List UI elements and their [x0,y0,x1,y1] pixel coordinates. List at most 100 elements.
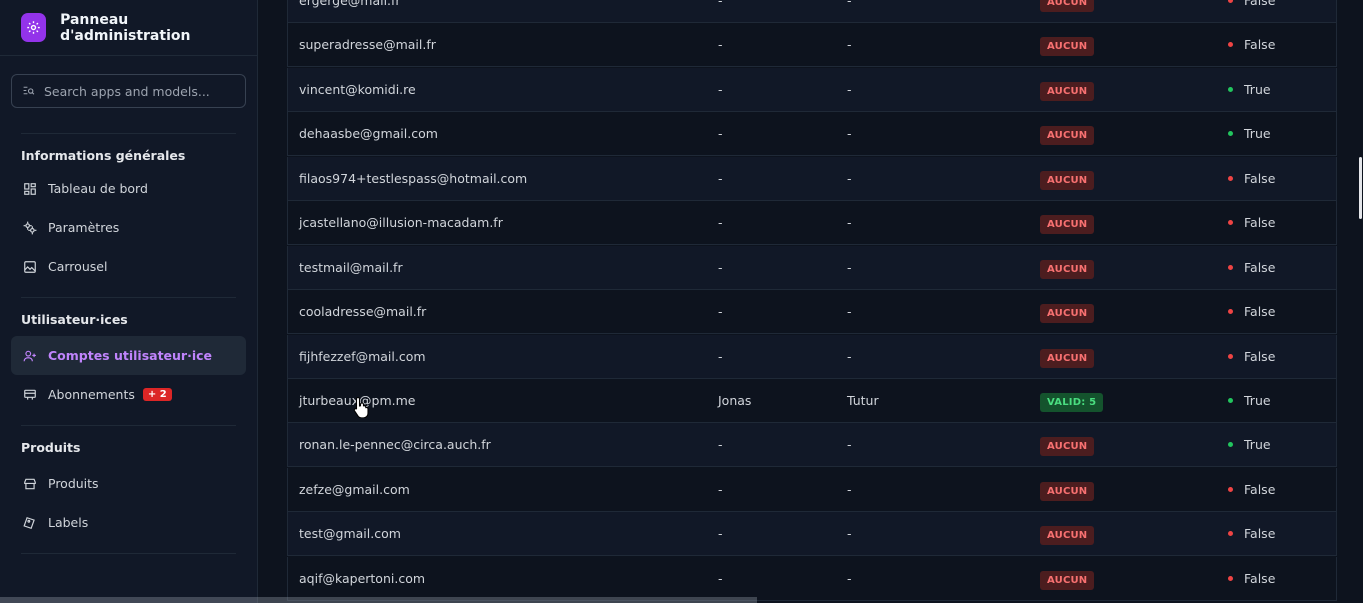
last-name-cell: - [847,304,852,319]
sidebar-brand[interactable]: Panneau d'administration [0,0,257,56]
subscription-icon [21,386,38,403]
person-add-icon [21,347,38,364]
settings-icon [21,219,38,236]
email-cell[interactable]: zefze@gmail.com [299,482,410,497]
subscription-badge: AUCUN [1040,349,1095,368]
email-cell[interactable]: test@gmail.com [299,526,401,541]
table-row[interactable]: jturbeaux@pm.me Jonas Tutur VALID: 5 Tru… [287,379,1337,423]
subscription-badge: AUCUN [1040,82,1095,101]
table-row[interactable]: vincent@komidi.re - - AUCUN True [287,68,1337,112]
first-name-cell: - [718,571,723,586]
subscription-badge: AUCUN [1040,37,1095,56]
image-icon [21,258,38,275]
first-name-cell: - [718,304,723,319]
subscription-badge: AUCUN [1040,215,1095,234]
status-dot [1228,398,1233,403]
store-icon [21,475,38,492]
sidebar-item-label: Carrousel [48,259,108,274]
scrollbar[interactable] [1359,157,1362,219]
sidebar-item-label: Paramètres [48,220,120,235]
status-dot [1228,487,1233,492]
sidebar-item-user-accounts[interactable]: Comptes utilisateur·ice [11,336,246,375]
table-row[interactable]: filaos974+testlespass@hotmail.com - - AU… [287,157,1337,201]
first-name-cell: - [718,126,723,141]
active-status: True [1244,82,1271,97]
active-status: True [1244,393,1271,408]
sidebar-item-label: Comptes utilisateur·ice [48,348,213,363]
status-dot [1228,0,1233,3]
active-status: False [1244,0,1276,8]
first-name-cell: Jonas [718,393,752,408]
sidebar-item-settings[interactable]: Paramètres [11,208,246,247]
active-status: False [1244,260,1276,275]
table-row[interactable]: test@gmail.com - - AUCUN False [287,512,1337,556]
search-box[interactable] [11,74,246,108]
table-row[interactable]: dehaasbe@gmail.com - - AUCUN True [287,112,1337,156]
first-name-cell: - [718,171,723,186]
table-row[interactable]: ronan.le-pennec@circa.auch.fr - - AUCUN … [287,423,1337,467]
sidebar-item-products[interactable]: Produits [11,464,246,503]
last-name-cell: - [847,526,852,541]
section-title-products: Produits [21,440,81,455]
table-row[interactable]: zefze@gmail.com - - AUCUN False [287,468,1337,512]
email-cell[interactable]: fijhfezzef@mail.com [299,349,426,364]
email-cell[interactable]: testmail@mail.fr [299,260,403,275]
email-cell[interactable]: jcastellano@illusion-macadam.fr [299,215,503,230]
email-cell[interactable]: superadresse@mail.fr [299,37,436,52]
sidebar-item-label: Abonnements [48,387,135,402]
status-dot [1228,131,1233,136]
search-input[interactable] [44,83,235,99]
subscription-badge: AUCUN [1040,526,1095,545]
status-dot [1228,442,1233,447]
active-status: False [1244,304,1276,319]
email-cell[interactable]: filaos974+testlespass@hotmail.com [299,171,527,186]
first-name-cell: - [718,215,723,230]
table-row[interactable]: superadresse@mail.fr - - AUCUN False [287,23,1337,67]
dashboard-icon [21,180,38,197]
table-row[interactable]: jcastellano@illusion-macadam.fr - - AUCU… [287,201,1337,245]
hand-cursor-icon [353,396,371,422]
status-dot [1228,309,1233,314]
email-cell[interactable]: ronan.le-pennec@circa.auch.fr [299,437,491,452]
status-dot [1228,87,1233,92]
table-row[interactable]: cooladresse@mail.fr - - AUCUN False [287,290,1337,334]
subscription-badge: VALID: 5 [1040,393,1104,412]
last-name-cell: - [847,126,852,141]
email-cell[interactable]: ergerge@mail.fr [299,0,401,8]
status-dot [1228,220,1233,225]
active-status: False [1244,526,1276,541]
active-status: True [1244,126,1271,141]
email-cell[interactable]: aqif@kapertoni.com [299,571,425,586]
email-cell[interactable]: cooladresse@mail.fr [299,304,426,319]
sidebar-item-dashboard[interactable]: Tableau de bord [11,169,246,208]
status-dot [1228,176,1233,181]
brand-title: Panneau d'administration [60,11,191,44]
table-row[interactable]: fijhfezzef@mail.com - - AUCUN False [287,335,1337,379]
sidebar-item-label: Tableau de bord [48,181,148,196]
last-name-cell: - [847,260,852,275]
first-name-cell: - [718,349,723,364]
last-name-cell: - [847,215,852,230]
email-cell[interactable]: vincent@komidi.re [299,82,416,97]
table-row[interactable]: testmail@mail.fr - - AUCUN False [287,246,1337,290]
subscription-badge: AUCUN [1040,304,1095,323]
active-status: False [1244,37,1276,52]
last-name-cell: - [847,37,852,52]
sidebar-item-carousel[interactable]: Carrousel [11,247,246,286]
subscription-badge: AUCUN [1040,171,1095,190]
table-row[interactable]: aqif@kapertoni.com - - AUCUN False [287,557,1337,601]
last-name-cell: Tutur [847,393,879,408]
sidebar-item-labels[interactable]: Labels [11,503,246,542]
last-name-cell: - [847,171,852,186]
table-row[interactable]: ergerge@mail.fr - - AUCUN False [287,0,1337,23]
label-icon [21,514,38,531]
sidebar-item-subscriptions[interactable]: Abonnements + 2 [11,375,246,414]
first-name-cell: - [718,437,723,452]
active-status: False [1244,215,1276,230]
first-name-cell: - [718,82,723,97]
subscription-badge: AUCUN [1040,0,1095,12]
last-name-cell: - [847,82,852,97]
divider [21,553,236,554]
email-cell[interactable]: dehaasbe@gmail.com [299,126,438,141]
status-dot [1228,265,1233,270]
